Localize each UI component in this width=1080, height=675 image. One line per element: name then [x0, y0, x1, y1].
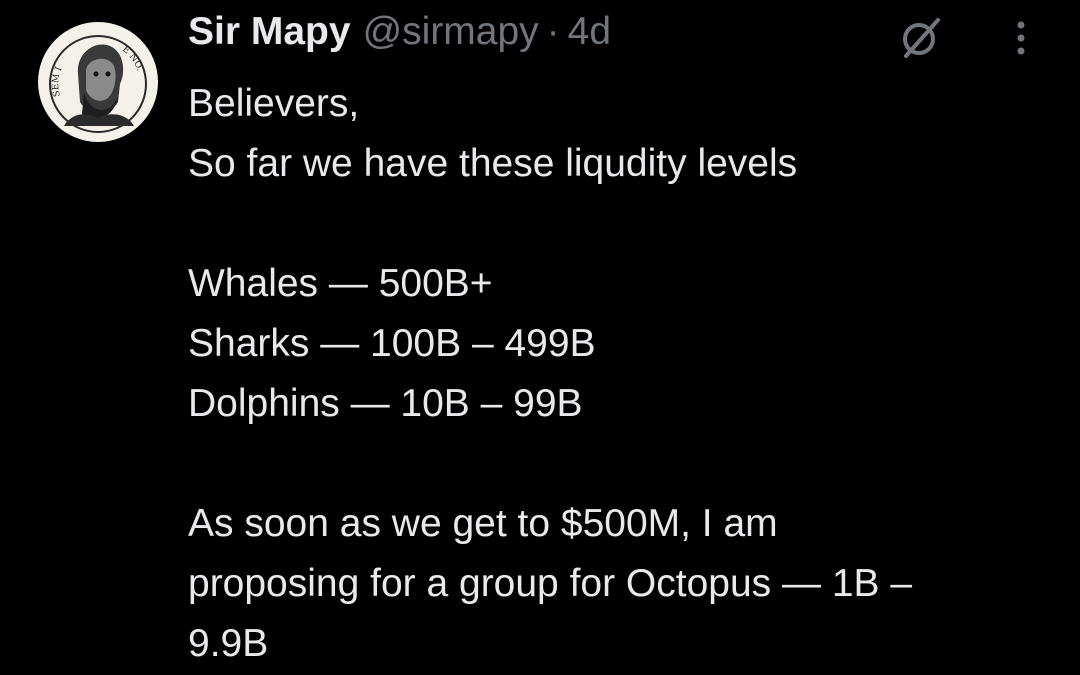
- author-display-name[interactable]: Sir Mapy: [188, 10, 351, 54]
- tweet-text: Believers, So far we have these liqudity…: [188, 74, 1038, 674]
- separator-dot: ·: [546, 10, 560, 53]
- author-avatar[interactable]: SEM I E NO.: [38, 22, 158, 142]
- portrait-medallion-icon: SEM I E NO.: [40, 24, 156, 140]
- tweet-line: proposing for a group for Octopus — 1B –: [188, 562, 913, 605]
- tweet-line: Sharks — 100B – 499B: [188, 322, 596, 365]
- tweet-line: [188, 434, 1038, 494]
- tweet-card[interactable]: SEM I E NO. Sir Mapy @sirmapy · 4d Belie…: [0, 0, 1080, 675]
- tweet-line: 9.9B: [188, 622, 269, 665]
- tweet-header: Sir Mapy @sirmapy · 4d: [188, 10, 611, 62]
- author-handle[interactable]: @sirmapy: [363, 10, 539, 54]
- tweet-line: Whales — 500B+: [188, 262, 493, 305]
- tweet-line: As soon as we get to $500M, I am: [188, 502, 778, 545]
- more-options-icon[interactable]: [1006, 18, 1036, 58]
- tweet-line: [188, 194, 1038, 254]
- tweet-timestamp[interactable]: 4d: [568, 10, 611, 54]
- grok-icon[interactable]: [896, 12, 946, 62]
- tweet-line: Dolphins — 10B – 99B: [188, 382, 583, 425]
- tweet-line: Believers,: [188, 82, 360, 125]
- tweet-line: So far we have these liqudity levels: [188, 142, 798, 185]
